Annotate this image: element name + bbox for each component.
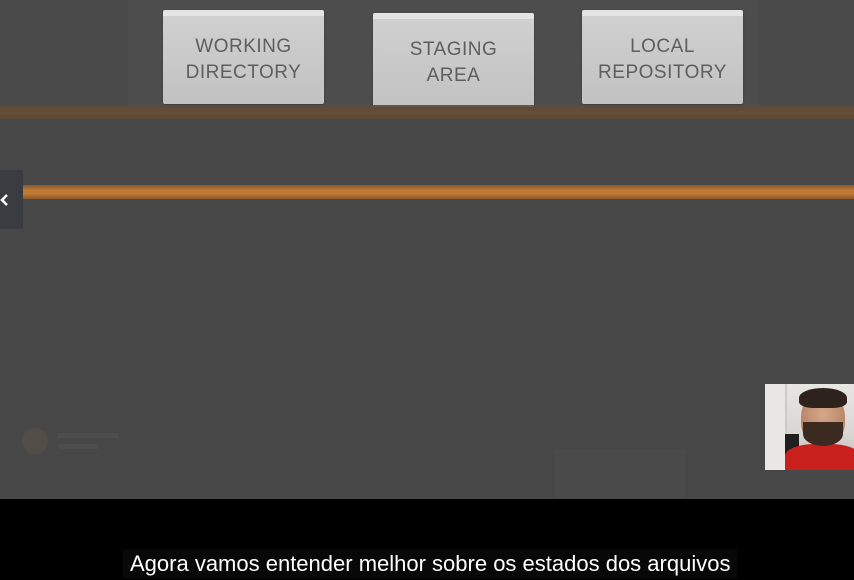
local-repository-label: LOCAL REPOSITORY <box>598 36 727 83</box>
faded-logo <box>10 420 130 460</box>
webcam-shirt <box>785 444 854 470</box>
working-directory-box: WORKING DIRECTORY <box>163 10 324 104</box>
diagram-divider-line <box>0 105 854 119</box>
chevron-left-icon <box>0 192 10 208</box>
previous-button[interactable] <box>0 170 23 229</box>
caption-text: Agora vamos entender melhor sobre os est… <box>123 549 738 578</box>
staging-area-label: STAGING AREA <box>409 39 498 86</box>
webcam-background-door <box>765 384 787 470</box>
faded-logo-mark <box>22 428 48 454</box>
local-repository-box: LOCAL REPOSITORY <box>582 10 743 104</box>
faded-logo-text <box>58 433 118 438</box>
webcam-beard <box>803 422 843 446</box>
video-frame[interactable]: WORKING DIRECTORY STAGING AREA LOCAL REP… <box>0 0 854 499</box>
faded-logo-subtext <box>58 444 98 449</box>
webcam-overlay <box>765 384 854 470</box>
timeline-line <box>0 185 854 199</box>
webcam-hair <box>799 388 847 408</box>
faded-panel <box>555 450 685 499</box>
working-directory-label: WORKING DIRECTORY <box>185 36 302 83</box>
staging-area-box: STAGING AREA <box>373 13 534 107</box>
